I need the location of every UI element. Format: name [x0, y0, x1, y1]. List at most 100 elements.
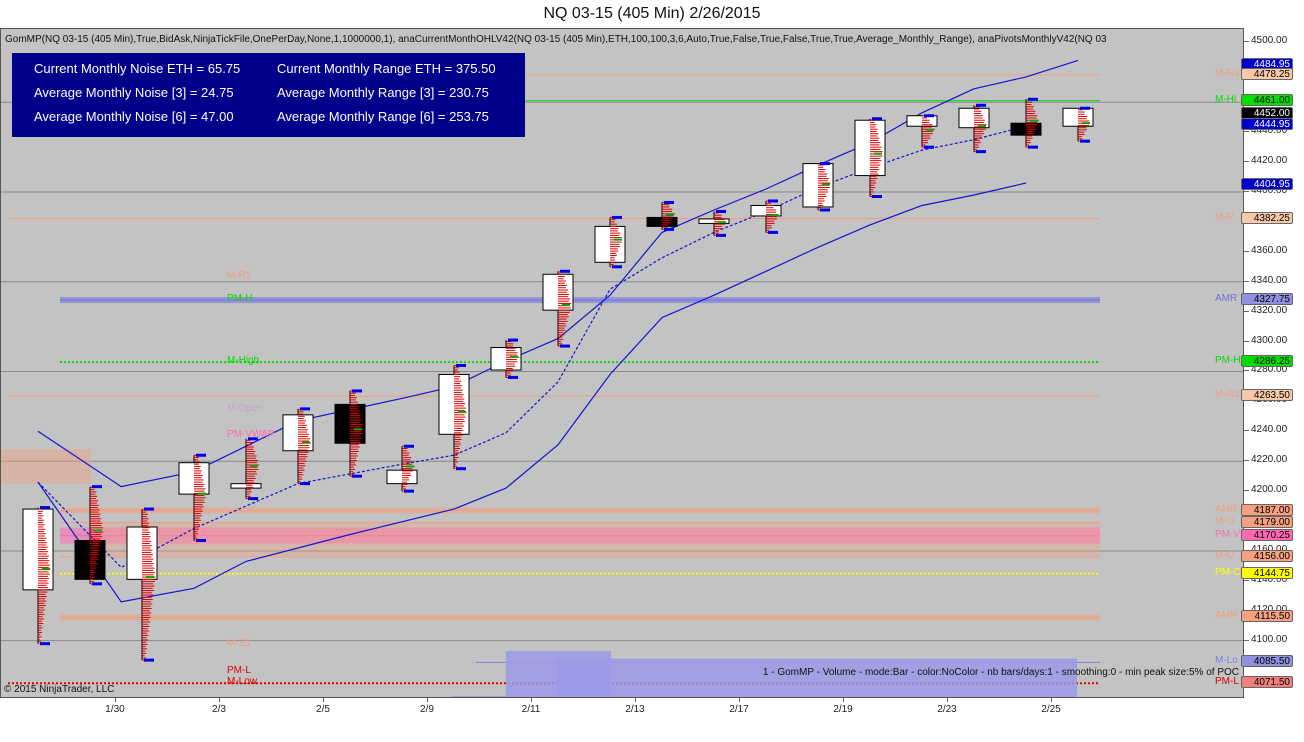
- price-axis-tick-label: 4220.00: [1251, 454, 1288, 466]
- time-axis-tick: [219, 698, 220, 702]
- left-open-band: [1, 449, 91, 484]
- noise-average-3: Average Monthly Noise [3] = 24.75: [34, 85, 234, 100]
- price-axis-tick: [1244, 191, 1249, 192]
- chart-title: NQ 03-15 (405 Min) 2/26/2015: [543, 5, 761, 22]
- candle-down: [334, 403, 366, 444]
- price-marker-label: 4461.00: [1241, 93, 1293, 106]
- left-level-label: PM-VWAP: [227, 428, 275, 440]
- time-axis-tick: [427, 698, 428, 702]
- price-axis-tick-label: 4300.00: [1251, 334, 1288, 346]
- left-level-label: M-Open: [227, 403, 264, 415]
- right-level-tag: M-O: [1215, 515, 1235, 527]
- price-axis-tick-label: 4360.00: [1251, 244, 1288, 256]
- copyright-notice: © 2015 NinjaTrader, LLC: [4, 684, 115, 695]
- noise-current: Current Monthly Noise ETH = 65.75: [34, 61, 241, 76]
- left-level-label: PM-H: [227, 293, 253, 305]
- price-axis-tick-label: 4340.00: [1251, 274, 1288, 286]
- right-level-tag: AMR: [1215, 503, 1238, 515]
- left-level-label: M-Low: [227, 676, 258, 688]
- volume-profile-legend: 1 - GomMP - Volume - mode:Bar - color:No…: [762, 667, 1239, 678]
- price-axis[interactable]: 4100.004120.004140.004160.004180.004200.…: [1241, 28, 1304, 698]
- price-marker-label: 4478.25: [1241, 67, 1293, 80]
- right-level-tag: PM-C: [1215, 566, 1241, 578]
- time-axis-tick-label: 2/25: [1041, 704, 1061, 715]
- time-axis-tick: [323, 698, 324, 702]
- time-axis-tick: [115, 698, 116, 702]
- time-axis-tick: [531, 698, 532, 702]
- price-axis-tick: [1244, 460, 1249, 462]
- right-level-tag: AMR: [1215, 293, 1238, 305]
- right-level-tag: M-Lo: [1215, 655, 1238, 667]
- right-level-tag: M-R3: [1215, 67, 1240, 79]
- price-axis-tick: [1244, 41, 1249, 43]
- left-level-label: PM-L: [227, 665, 251, 677]
- range-average-6: Average Monthly Range [6] = 253.75: [277, 109, 489, 124]
- open-range-band: [99, 522, 1100, 557]
- chart-plot-area[interactable]: GomMP(NQ 03-15 (405 Min),True,BidAsk,Nin…: [0, 28, 1244, 698]
- left-level-label: M-R1: [227, 270, 252, 282]
- price-axis-tick-label: 4200.00: [1251, 484, 1288, 496]
- price-marker-label: 4071.50: [1241, 676, 1293, 689]
- time-axis-tick: [843, 698, 844, 702]
- price-axis-tick: [1244, 490, 1249, 492]
- right-level-tag: AMR: [1215, 610, 1238, 622]
- price-axis-tick: [1244, 161, 1249, 163]
- price-marker-label: 4144.75: [1241, 566, 1293, 579]
- time-axis-tick: [739, 698, 740, 702]
- time-axis-tick-label: 2/5: [316, 704, 330, 715]
- price-marker-label: 4382.25: [1241, 211, 1293, 224]
- price-axis-tick: [1244, 131, 1249, 133]
- price-marker-label: 4115.50: [1241, 610, 1293, 623]
- time-axis-tick-label: 2/19: [833, 704, 853, 715]
- price-axis-tick-label: 4500.00: [1251, 35, 1288, 47]
- price-axis-tick: [1244, 579, 1249, 581]
- time-axis-tick-label: 2/23: [937, 704, 957, 715]
- candle-up: [386, 469, 418, 485]
- indicator-parameters-line: GomMP(NQ 03-15 (405 Min),True,BidAsk,Nin…: [5, 34, 1107, 45]
- price-marker-label: 4156.00: [1241, 549, 1293, 562]
- price-marker-label: 4327.75: [1241, 293, 1293, 306]
- candle-up: [178, 462, 210, 495]
- price-axis-tick: [1244, 639, 1249, 641]
- price-axis-tick: [1244, 430, 1249, 432]
- time-axis[interactable]: 1/30 2/3 2/5 2/9 2/11 2/13 2/17 2/19 2/23 2/25: [0, 698, 1244, 742]
- right-level-tag: M-O: [1215, 549, 1235, 561]
- price-marker-label: 4170.25: [1241, 528, 1293, 541]
- price-marker-label: 4263.50: [1241, 389, 1293, 402]
- time-axis-tick: [635, 698, 636, 702]
- price-marker-label: 4286.25: [1241, 355, 1293, 368]
- left-level-label: M-S1: [227, 638, 251, 650]
- monthly-noise-panel: Current Monthly Noise ETH = 65.75 Curren…: [12, 53, 525, 137]
- candle-down: [74, 539, 106, 580]
- price-marker-label: 4444.95: [1241, 117, 1293, 130]
- time-axis-tick-label: 2/17: [729, 704, 749, 715]
- volume-profile-bar: [557, 658, 1077, 697]
- time-axis-tick-label: 2/13: [625, 704, 645, 715]
- noise-average-6: Average Monthly Noise [6] = 47.00: [34, 109, 234, 124]
- time-axis-tick-label: 2/9: [420, 704, 434, 715]
- time-axis-tick-label: 1/30: [105, 704, 125, 715]
- right-level-tag: M-R1: [1215, 389, 1240, 401]
- right-level-tag: M-Hi: [1215, 93, 1237, 105]
- price-marker-label: 4085.50: [1241, 655, 1293, 668]
- right-level-tag: M-R: [1215, 211, 1234, 223]
- time-axis-tick-label: 2/3: [212, 704, 226, 715]
- time-axis-tick: [1051, 698, 1052, 702]
- right-level-tag: PM-H: [1215, 355, 1241, 367]
- price-axis-tick-label: 4420.00: [1251, 155, 1288, 167]
- price-axis-tick: [1244, 340, 1249, 342]
- price-axis-tick-label: 4100.00: [1251, 633, 1288, 645]
- price-axis-tick: [1244, 310, 1249, 312]
- left-level-label: M-High: [227, 355, 260, 367]
- time-axis-tick: [947, 698, 948, 702]
- price-marker-label: 4404.95: [1241, 177, 1293, 190]
- range-current: Current Monthly Range ETH = 375.50: [277, 61, 496, 76]
- right-level-tag: PM-V: [1215, 528, 1240, 540]
- range-average-3: Average Monthly Range [3] = 230.75: [277, 85, 489, 100]
- price-axis-tick: [1244, 370, 1249, 372]
- price-axis-tick-label: 4320.00: [1251, 304, 1288, 316]
- price-marker-label: 4187.00: [1241, 503, 1293, 516]
- price-axis-tick: [1244, 280, 1249, 282]
- time-axis-tick-label: 2/11: [521, 704, 541, 715]
- price-axis-tick: [1244, 250, 1249, 252]
